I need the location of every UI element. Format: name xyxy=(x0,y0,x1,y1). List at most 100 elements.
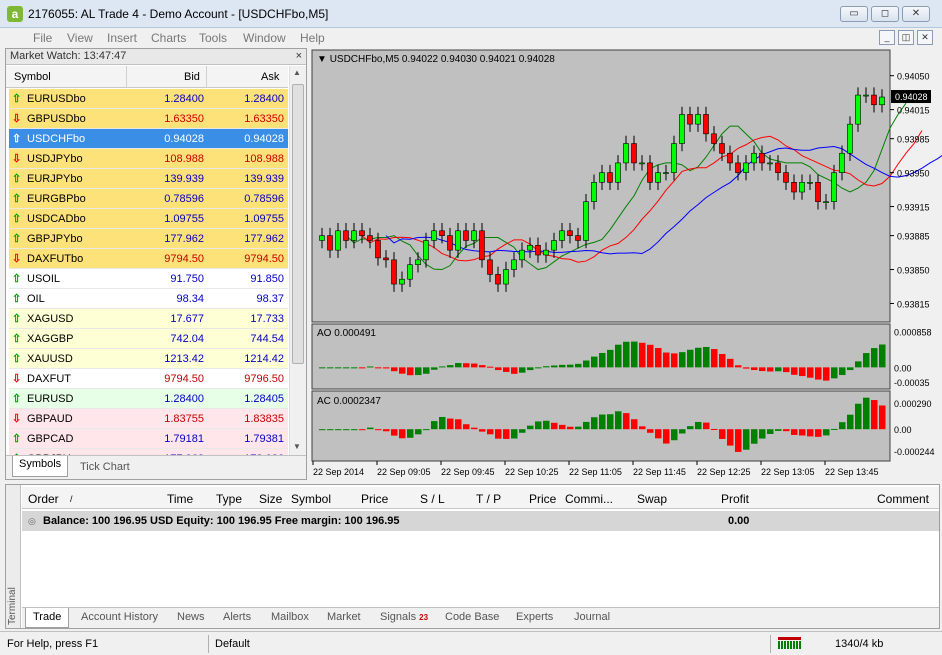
tab-journal[interactable]: Journal xyxy=(574,611,610,623)
tab-account-history[interactable]: Account History xyxy=(81,611,158,623)
symbol-row[interactable]: ⇧ GBPCAD 1.79181 1.79381 xyxy=(9,429,288,449)
ask-price: 139.939 xyxy=(244,173,284,185)
symbol-name: GBPUSDbo xyxy=(27,113,86,125)
symbol-row[interactable]: ⇩ GBPAUD 1.83755 1.83835 xyxy=(9,409,288,429)
bid-price: 17.677 xyxy=(170,313,204,325)
column-type[interactable]: Type xyxy=(216,492,242,506)
status-profile[interactable]: Default xyxy=(215,638,250,650)
histogram-bar xyxy=(559,364,566,368)
column-time[interactable]: Time xyxy=(167,492,193,506)
symbol-row[interactable]: ⇧ EURGBPbo 0.78596 0.78596 xyxy=(9,189,288,209)
column-ask[interactable]: Ask xyxy=(261,71,279,83)
minimize-button[interactable]: ▭ xyxy=(840,6,868,22)
market-watch-scrollbar[interactable]: ▲ ▼ xyxy=(289,66,306,455)
tab-code-base[interactable]: Code Base xyxy=(445,611,499,623)
symbol-row[interactable]: ⇧ EURUSD 1.28400 1.28405 xyxy=(9,389,288,409)
column-bid[interactable]: Bid xyxy=(184,71,200,83)
ask-price: 9796.50 xyxy=(244,373,284,385)
bear-candle xyxy=(359,230,365,236)
symbol-row[interactable]: ⇧ EURJPYbo 139.939 139.939 xyxy=(9,169,288,189)
menu-help[interactable]: Help xyxy=(300,31,325,45)
symbol-row[interactable]: ⇩ DAXFUT 9794.50 9796.50 xyxy=(9,369,288,389)
tab-market[interactable]: Market xyxy=(327,611,361,623)
scrollbar-thumb[interactable] xyxy=(292,84,304,364)
mdi-minimize-button[interactable]: _ xyxy=(879,30,895,45)
histogram-bar xyxy=(559,424,566,430)
column-profit[interactable]: Profit xyxy=(721,492,749,506)
menu-view[interactable]: View xyxy=(67,31,93,45)
column-price[interactable]: Price xyxy=(361,492,388,506)
tab-alerts[interactable]: Alerts xyxy=(223,611,251,623)
menu-window[interactable]: Window xyxy=(243,31,286,45)
price-chart[interactable]: ▼ USDCHFbo,M5 0.94022 0.94030 0.94021 0.… xyxy=(309,48,942,482)
tab-experts[interactable]: Experts xyxy=(516,611,553,623)
column-comment[interactable]: Comment xyxy=(877,492,929,506)
x-tick-label: 22 Sep 11:45 xyxy=(633,467,686,477)
histogram-bar xyxy=(575,426,582,430)
maximize-button[interactable]: ◻ xyxy=(871,6,899,22)
histogram-bar xyxy=(407,367,414,376)
symbol-row[interactable]: ⇩ GBPUSDbo 1.63350 1.63350 xyxy=(9,109,288,129)
histogram-bar xyxy=(831,367,838,379)
scroll-up-icon[interactable]: ▲ xyxy=(293,68,301,77)
chart-window[interactable]: ▼ USDCHFbo,M5 0.94022 0.94030 0.94021 0.… xyxy=(309,48,942,482)
column-size[interactable]: Size xyxy=(259,492,282,506)
tab-signals[interactable]: Signals 23 xyxy=(380,611,428,623)
ao-indicator-label: AO 0.000491 xyxy=(317,328,376,339)
bull-candle xyxy=(839,152,845,173)
bull-candle xyxy=(855,94,861,125)
bear-candle xyxy=(495,274,501,285)
column-tp[interactable]: T / P xyxy=(476,492,501,506)
column-symbol[interactable]: Symbol xyxy=(14,71,51,83)
symbol-row[interactable]: ⇩ DAXFUTbo 9794.50 9794.50 xyxy=(9,249,288,269)
histogram-bar xyxy=(407,429,414,438)
symbol-row[interactable]: ⇧ EURUSDbo 1.28400 1.28400 xyxy=(9,89,288,109)
tab-tick-chart[interactable]: Tick Chart xyxy=(74,459,136,477)
symbol-row[interactable]: ⇧ XAGGBP 742.04 744.54 xyxy=(9,329,288,349)
histogram-bar xyxy=(687,426,694,430)
menu-charts[interactable]: Charts xyxy=(151,31,186,45)
column-order[interactable]: Order xyxy=(28,492,59,506)
column-sl[interactable]: S / L xyxy=(420,492,445,506)
histogram-bar xyxy=(679,429,686,434)
arrow-up-icon: ⇧ xyxy=(12,133,22,145)
close-button[interactable]: ✕ xyxy=(902,6,930,22)
histogram-bar xyxy=(543,420,550,430)
symbol-row[interactable]: ⇧ XAUUSD 1213.42 1214.42 xyxy=(9,349,288,369)
menu-tools[interactable]: Tools xyxy=(199,31,227,45)
scroll-down-icon[interactable]: ▼ xyxy=(293,442,301,451)
column-close-price[interactable]: Price xyxy=(529,492,556,506)
column-swap[interactable]: Swap xyxy=(637,492,667,506)
symbol-row[interactable]: ⇧ OIL 98.34 98.37 xyxy=(9,289,288,309)
symbol-name: XAGUSD xyxy=(27,313,74,325)
symbol-row[interactable]: ⇧ GBPJPYbo 177.962 177.962 xyxy=(9,229,288,249)
symbol-row[interactable]: ⇧ USDCHFbo 0.94028 0.94028 xyxy=(9,129,288,149)
histogram-bar xyxy=(671,353,678,368)
y-tick-label: 0.93985 xyxy=(897,135,930,145)
tab-symbols[interactable]: Symbols xyxy=(12,456,69,477)
menu-file[interactable]: File xyxy=(33,31,52,45)
tab-news[interactable]: News xyxy=(177,611,205,623)
symbol-name: USOIL xyxy=(27,273,61,285)
bear-candle xyxy=(575,235,581,241)
menu-insert[interactable]: Insert xyxy=(107,31,137,45)
tab-mailbox[interactable]: Mailbox xyxy=(271,611,309,623)
histogram-bar xyxy=(415,429,422,435)
ask-price: 1.09755 xyxy=(244,213,284,225)
bull-candle xyxy=(663,172,669,174)
tab-trade[interactable]: Trade xyxy=(25,608,70,628)
symbol-row[interactable]: ⇧ USDCADbo 1.09755 1.09755 xyxy=(9,209,288,229)
mdi-restore-button[interactable]: ◫ xyxy=(898,30,914,45)
balance-summary: Balance: 100 196.95 USD Equity: 100 196.… xyxy=(43,515,400,527)
symbol-row[interactable]: ⇩ USDJPYbo 108.988 108.988 xyxy=(9,149,288,169)
bear-candle xyxy=(783,172,789,183)
symbol-row[interactable]: ⇧ USOIL 91.750 91.850 xyxy=(9,269,288,289)
column-symbol[interactable]: Symbol xyxy=(291,492,331,506)
market-watch-close-icon[interactable]: × xyxy=(296,49,302,64)
mdi-close-button[interactable]: ✕ xyxy=(917,30,933,45)
arrow-down-icon: ⇩ xyxy=(12,113,22,125)
column-commission[interactable]: Commi... xyxy=(565,492,613,506)
histogram-bar xyxy=(367,427,374,430)
balance-row[interactable]: ◎ Balance: 100 196.95 USD Equity: 100 19… xyxy=(22,511,939,531)
symbol-row[interactable]: ⇧ XAGUSD 17.677 17.733 xyxy=(9,309,288,329)
